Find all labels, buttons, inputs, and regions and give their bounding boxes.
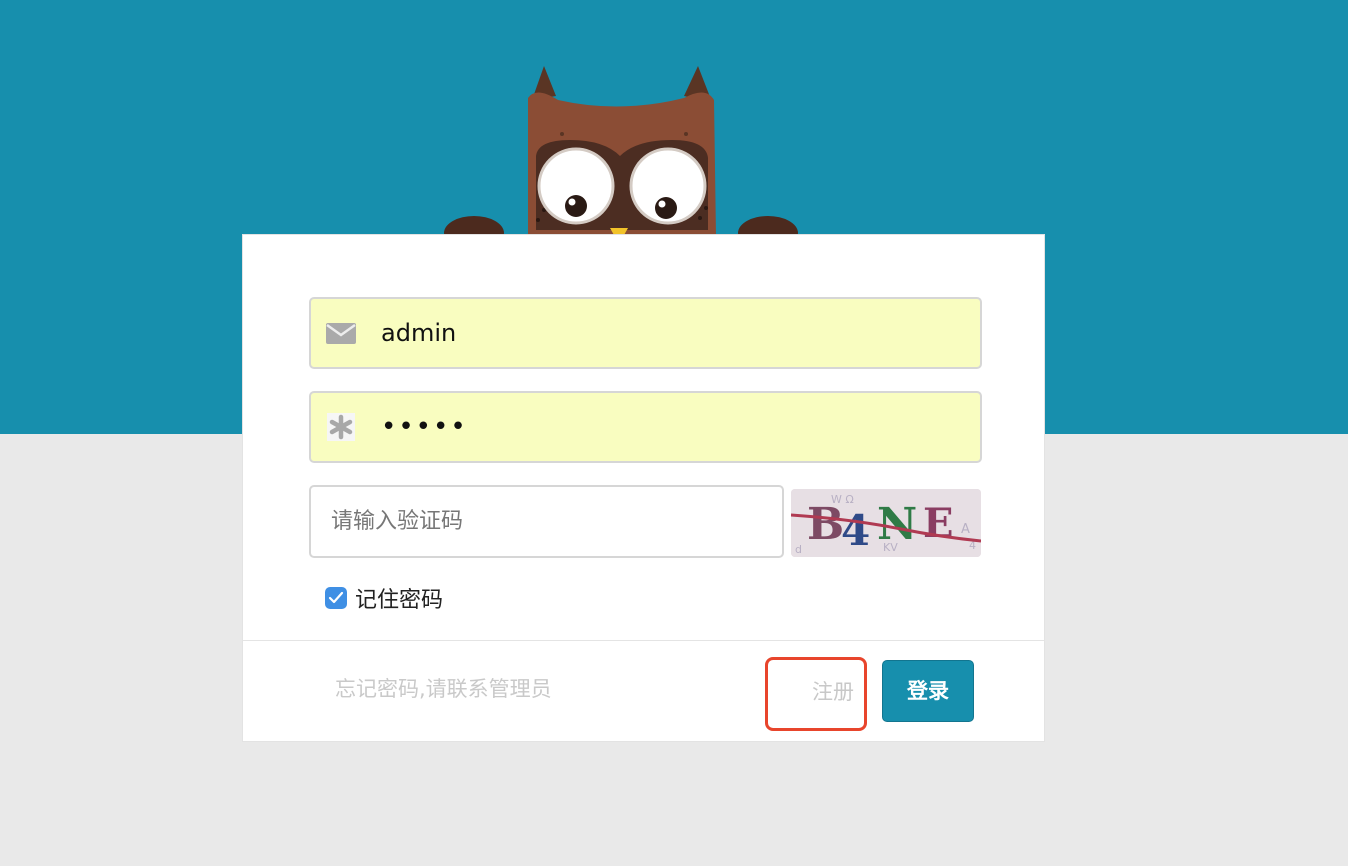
login-card: admin ••••• W Ω KV d A 4 B 4 <box>242 234 1045 742</box>
owl-mascot-icon <box>444 66 798 250</box>
checkmark-icon <box>328 591 344 604</box>
asterisk-icon <box>327 413 355 441</box>
remember-checkbox[interactable] <box>325 587 347 609</box>
svg-text:d: d <box>795 543 802 556</box>
login-page: admin ••••• W Ω KV d A 4 B 4 <box>0 0 1348 866</box>
captcha-input[interactable] <box>309 485 784 558</box>
username-value: admin <box>381 319 457 347</box>
username-field[interactable]: admin <box>309 297 982 369</box>
forgot-password-text: 忘记密码,请联系管理员 <box>335 677 552 701</box>
svg-text:A: A <box>961 522 970 537</box>
captcha-image[interactable]: W Ω KV d A 4 B 4 N E <box>791 489 981 557</box>
login-button[interactable]: 登录 <box>882 660 974 722</box>
svg-text:4: 4 <box>841 506 870 555</box>
password-field[interactable]: ••••• <box>309 391 982 463</box>
remember-label: 记住密码 <box>355 588 444 613</box>
svg-text:B: B <box>807 499 844 550</box>
remember-password[interactable]: 记住密码 <box>325 581 443 615</box>
register-link[interactable]: 注册 <box>765 657 867 731</box>
footer-divider <box>243 640 1044 641</box>
password-value: ••••• <box>381 412 468 442</box>
svg-text:E: E <box>923 500 954 547</box>
envelope-icon <box>326 323 356 344</box>
